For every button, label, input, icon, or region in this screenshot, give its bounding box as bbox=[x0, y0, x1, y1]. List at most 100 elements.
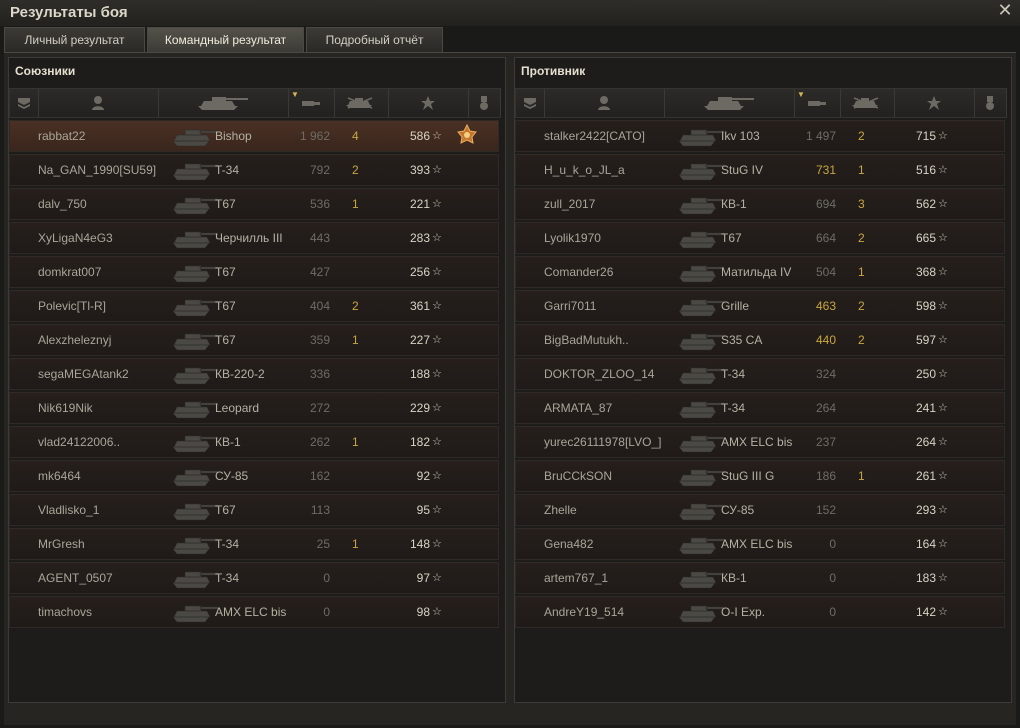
tank-name: Ikv 103 bbox=[721, 129, 760, 143]
column-header-squad[interactable] bbox=[10, 89, 39, 117]
table-row[interactable]: rabbat22 Bishop 1 962 4 586 ☆ bbox=[9, 120, 499, 152]
damage-value: 731 bbox=[815, 163, 836, 177]
damage-value: 272 bbox=[309, 401, 330, 415]
tank-icon bbox=[676, 328, 726, 352]
kills-value: 1 bbox=[858, 163, 865, 177]
table-row[interactable]: BruCCkSON StuG III G 186 1 261 ☆ bbox=[515, 460, 1005, 492]
tank-icon bbox=[170, 464, 220, 488]
xp-value: 293 bbox=[915, 503, 936, 517]
xp-value: 92 bbox=[416, 469, 430, 483]
tank-icon bbox=[676, 600, 726, 624]
tank-name: Bishop bbox=[215, 129, 252, 143]
table-row[interactable]: Na_GAN_1990[SU59] T-34 792 2 393 ☆ bbox=[9, 154, 499, 186]
xp-value: 562 bbox=[915, 197, 936, 211]
table-row[interactable]: yurec26111978[LVO_] AMX ELC bis 237 264 ☆ bbox=[515, 426, 1005, 458]
column-header-xp-star[interactable] bbox=[388, 89, 469, 117]
table-row[interactable]: Polevic[Tl-R] T67 404 2 361 ☆ bbox=[9, 290, 499, 322]
table-row[interactable]: AGENT_0507 T-34 0 97 ☆ bbox=[9, 562, 499, 594]
table-row[interactable]: artem767_1 КВ-1 0 183 ☆ bbox=[515, 562, 1005, 594]
tank-name: AMX ELC bis bbox=[721, 537, 793, 551]
tank-name: КВ-1 bbox=[721, 197, 747, 211]
player-icon bbox=[91, 95, 105, 111]
player-name: AGENT_0507 bbox=[38, 571, 113, 585]
player-name: timachovs bbox=[38, 605, 93, 619]
damage-value: 463 bbox=[815, 299, 836, 313]
column-header-medal[interactable] bbox=[468, 89, 501, 117]
tank-icon bbox=[170, 124, 220, 148]
table-row[interactable]: XyLigaN4eG3 Черчилль III 443 283 ☆ bbox=[9, 222, 499, 254]
column-header-player[interactable] bbox=[544, 89, 665, 117]
table-row[interactable]: Comander26 Матильда IV 504 1 368 ☆ bbox=[515, 256, 1005, 288]
kills-value: 1 bbox=[858, 469, 865, 483]
table-row[interactable]: H_u_k_o_JL_a StuG IV 731 1 516 ☆ bbox=[515, 154, 1005, 186]
table-row[interactable]: vlad24122006.. КВ-1 262 1 182 ☆ bbox=[9, 426, 499, 458]
star-icon: ☆ bbox=[938, 266, 948, 278]
column-header-xp-star[interactable] bbox=[894, 89, 975, 117]
table-row[interactable]: zull_2017 КВ-1 694 3 562 ☆ bbox=[515, 188, 1005, 220]
table-row[interactable]: domkrat007 T67 427 256 ☆ bbox=[9, 256, 499, 288]
player-name: MrGresh bbox=[38, 537, 85, 551]
damage-value: 427 bbox=[309, 265, 330, 279]
allies-header: ▼ bbox=[9, 88, 501, 118]
column-header-squad[interactable] bbox=[516, 89, 545, 117]
table-row[interactable]: Zhelle СУ-85 152 293 ☆ bbox=[515, 494, 1005, 526]
tab-team-result[interactable]: Командный результат bbox=[147, 27, 304, 52]
column-header-damage[interactable]: ▼ bbox=[288, 89, 335, 117]
table-row[interactable]: stalker2422[CATO] Ikv 103 1 497 2 715 ☆ bbox=[515, 120, 1005, 152]
star-icon: ☆ bbox=[938, 572, 948, 584]
table-row[interactable]: dalv_750 T67 536 1 221 ☆ bbox=[9, 188, 499, 220]
table-row[interactable]: segaMEGAtank2 КВ-220-2 336 188 ☆ bbox=[9, 358, 499, 390]
xp-value: 261 bbox=[915, 469, 936, 483]
tank-icon bbox=[676, 532, 726, 556]
allies-list: rabbat22 Bishop 1 962 4 586 ☆ Na_GAN_1990[SU59… bbox=[9, 120, 501, 630]
table-row[interactable]: Vladlisko_1 T67 113 95 ☆ bbox=[9, 494, 499, 526]
star-icon: ☆ bbox=[938, 164, 948, 176]
tank-icon bbox=[170, 362, 220, 386]
star-icon: ☆ bbox=[432, 436, 442, 448]
xp-value: 98 bbox=[416, 605, 430, 619]
player-name: BruCCkSON bbox=[544, 469, 613, 483]
tank-name: T-34 bbox=[721, 367, 746, 381]
tank-icon bbox=[676, 566, 726, 590]
column-header-damage[interactable]: ▼ bbox=[794, 89, 841, 117]
tank-name: КВ-1 bbox=[215, 435, 241, 449]
column-header-medal[interactable] bbox=[974, 89, 1007, 117]
star-icon: ☆ bbox=[938, 402, 948, 414]
star-icon: ☆ bbox=[432, 402, 442, 414]
player-name: domkrat007 bbox=[38, 265, 102, 279]
xp-value: 516 bbox=[915, 163, 936, 177]
tab-personal-result[interactable]: Личный результат bbox=[4, 27, 145, 52]
column-header-tank[interactable] bbox=[664, 89, 795, 117]
table-row[interactable]: AndreY19_514 O-I Exp. 0 142 ☆ bbox=[515, 596, 1005, 628]
xp-value: 182 bbox=[409, 435, 430, 449]
tab-detailed-report[interactable]: Подробный отчёт bbox=[306, 27, 443, 52]
tank-icon bbox=[170, 498, 220, 522]
table-row[interactable]: ARMATA_87 T-34 264 241 ☆ bbox=[515, 392, 1005, 424]
table-row[interactable]: BigBadMutukh.. S35 CA 440 2 597 ☆ bbox=[515, 324, 1005, 356]
column-header-player[interactable] bbox=[38, 89, 159, 117]
table-row[interactable]: Garri7011 Grille 463 2 598 ☆ bbox=[515, 290, 1005, 322]
close-icon[interactable]: ✕ bbox=[996, 1, 1014, 19]
player-name: DOKTOR_ZLOO_14 bbox=[544, 367, 655, 381]
table-row[interactable]: mk6464 СУ-85 162 92 ☆ bbox=[9, 460, 499, 492]
table-row[interactable]: MrGresh T-34 25 1 148 ☆ bbox=[9, 528, 499, 560]
column-header-kills[interactable] bbox=[334, 89, 389, 117]
table-row[interactable]: timachovs AMX ELC bis 0 98 ☆ bbox=[9, 596, 499, 628]
player-icon bbox=[597, 95, 611, 111]
star-icon: ☆ bbox=[938, 300, 948, 312]
column-header-tank[interactable] bbox=[158, 89, 289, 117]
tank-name: Grille bbox=[721, 299, 750, 313]
player-name: Na_GAN_1990[SU59] bbox=[38, 163, 157, 177]
table-row[interactable]: Gena482 AMX ELC bis 0 164 ☆ bbox=[515, 528, 1005, 560]
tank-icon bbox=[170, 430, 220, 454]
xp-value: 183 bbox=[915, 571, 936, 585]
tank-name: КВ-1 bbox=[721, 571, 747, 585]
column-header-kills[interactable] bbox=[840, 89, 895, 117]
table-row[interactable]: Lyolik1970 T67 664 2 665 ☆ bbox=[515, 222, 1005, 254]
tank-name: AMX ELC bis bbox=[721, 435, 793, 449]
table-row[interactable]: Nik619Nik Leopard 272 229 ☆ bbox=[9, 392, 499, 424]
player-name: artem767_1 bbox=[544, 571, 609, 585]
table-row[interactable]: DOKTOR_ZLOO_14 T-34 324 250 ☆ bbox=[515, 358, 1005, 390]
medal-icon bbox=[456, 123, 478, 146]
table-row[interactable]: Alexzheleznyj T67 359 1 227 ☆ bbox=[9, 324, 499, 356]
